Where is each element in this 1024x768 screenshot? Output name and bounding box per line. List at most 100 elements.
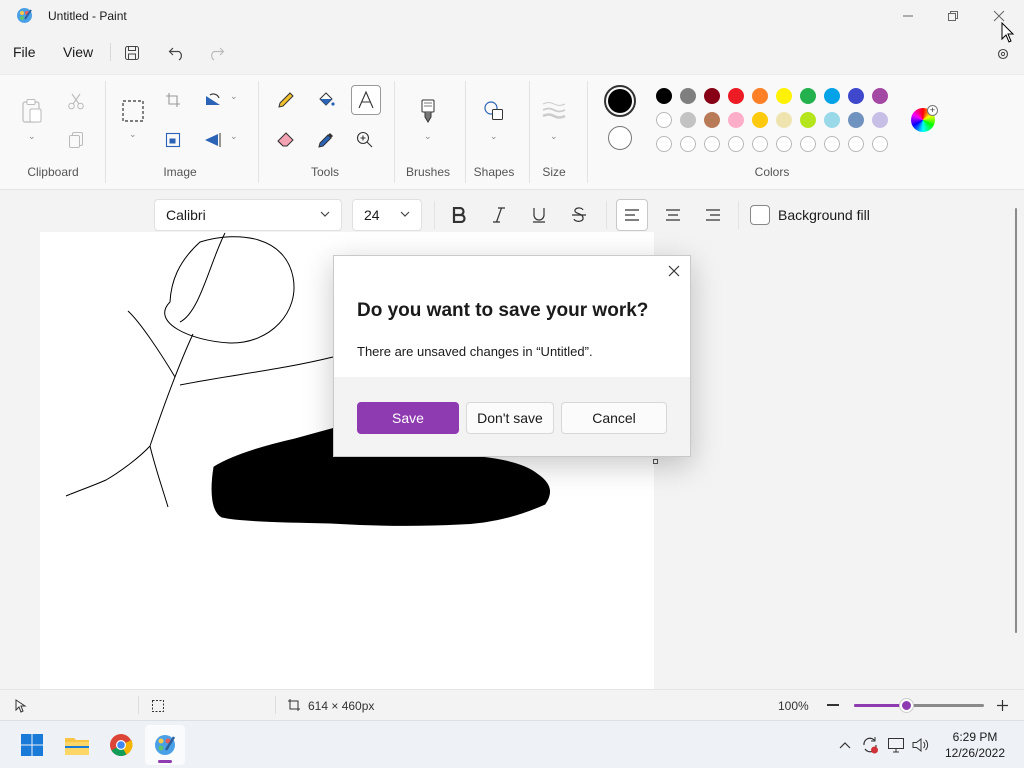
flip-button[interactable] xyxy=(199,126,227,154)
maximize-button[interactable] xyxy=(930,0,976,32)
palette-color-swatch[interactable] xyxy=(704,112,720,128)
minimize-icon xyxy=(903,15,913,17)
palette-color-swatch[interactable] xyxy=(800,88,816,104)
taskbar-clock[interactable]: 6:29 PM 12/26/2022 xyxy=(935,729,1015,761)
active-app-indicator xyxy=(158,760,172,763)
align-right-button[interactable] xyxy=(697,199,729,231)
custom-color-slot[interactable] xyxy=(656,136,672,152)
dialog-close-button[interactable] xyxy=(664,261,684,281)
vertical-scrollbar[interactable] xyxy=(1015,208,1017,633)
zoom-out-button[interactable] xyxy=(827,704,839,706)
palette-color-swatch[interactable] xyxy=(872,112,888,128)
settings-icon[interactable] xyxy=(996,44,1010,60)
chevron-down-icon[interactable]: ⌄ xyxy=(28,131,36,142)
taskbar-paint[interactable] xyxy=(145,725,185,765)
shapes-group-label: Shapes xyxy=(473,165,515,179)
zoom-percentage[interactable]: 100% xyxy=(778,699,809,713)
copy-button[interactable] xyxy=(62,126,90,154)
edit-colors-button[interactable]: + xyxy=(911,105,938,132)
paste-button[interactable] xyxy=(18,97,46,125)
crop-button[interactable] xyxy=(159,86,187,114)
zoom-slider[interactable] xyxy=(854,699,984,712)
palette-color-swatch[interactable] xyxy=(752,88,768,104)
chevron-down-icon[interactable]: ⌄ xyxy=(230,91,238,102)
fill-button[interactable] xyxy=(312,86,340,114)
chevron-down-icon[interactable]: ⌄ xyxy=(230,131,238,142)
show-hidden-icons-button[interactable] xyxy=(835,735,855,755)
select-button[interactable] xyxy=(119,97,147,125)
save-button[interactable]: Save xyxy=(357,402,459,434)
palette-color-swatch[interactable] xyxy=(800,112,816,128)
palette-color-swatch[interactable] xyxy=(752,112,768,128)
minimize-button[interactable] xyxy=(885,0,931,32)
chevron-down-icon[interactable]: ⌄ xyxy=(129,129,137,140)
align-center-button[interactable] xyxy=(657,199,689,231)
sync-status-button[interactable] xyxy=(860,735,880,755)
file-menu[interactable]: File xyxy=(13,44,36,60)
palette-color-swatch[interactable] xyxy=(776,88,792,104)
custom-color-slot[interactable] xyxy=(680,136,696,152)
custom-color-slot[interactable] xyxy=(824,136,840,152)
chevron-down-icon[interactable]: ⌄ xyxy=(424,131,432,142)
palette-color-swatch[interactable] xyxy=(848,88,864,104)
bold-button[interactable] xyxy=(443,199,475,231)
color-picker-button[interactable] xyxy=(312,126,340,154)
palette-color-swatch[interactable] xyxy=(656,112,672,128)
resize-button[interactable] xyxy=(159,126,187,154)
magnifier-button[interactable] xyxy=(351,126,379,154)
eraser-button[interactable] xyxy=(272,126,300,154)
align-left-button[interactable] xyxy=(616,199,648,231)
start-button[interactable] xyxy=(12,725,52,765)
primary-color-selector[interactable] xyxy=(604,85,636,117)
font-family-select[interactable]: Calibri xyxy=(154,199,342,231)
canvas-resize-handle[interactable] xyxy=(653,459,658,464)
dont-save-button[interactable]: Don't save xyxy=(466,402,554,434)
palette-color-swatch[interactable] xyxy=(680,112,696,128)
palette-color-swatch[interactable] xyxy=(728,112,744,128)
cancel-button[interactable]: Cancel xyxy=(561,402,667,434)
palette-color-swatch[interactable] xyxy=(824,88,840,104)
palette-color-swatch[interactable] xyxy=(728,88,744,104)
redo-button[interactable] xyxy=(202,40,230,66)
italic-button[interactable] xyxy=(483,199,515,231)
custom-color-slot[interactable] xyxy=(728,136,744,152)
network-button[interactable] xyxy=(886,735,906,755)
align-right-icon xyxy=(706,209,720,221)
palette-color-swatch[interactable] xyxy=(680,88,696,104)
custom-color-slot[interactable] xyxy=(848,136,864,152)
palette-color-swatch[interactable] xyxy=(848,112,864,128)
taskbar-chrome[interactable] xyxy=(101,725,141,765)
palette-color-swatch[interactable] xyxy=(704,88,720,104)
size-button[interactable] xyxy=(540,97,568,125)
view-menu[interactable]: View xyxy=(63,44,93,60)
custom-color-slot[interactable] xyxy=(752,136,768,152)
zoom-slider-thumb[interactable] xyxy=(900,699,913,712)
custom-color-slot[interactable] xyxy=(800,136,816,152)
underline-button[interactable] xyxy=(523,199,555,231)
brushes-button[interactable] xyxy=(414,97,442,125)
custom-color-slot[interactable] xyxy=(872,136,888,152)
shapes-button[interactable] xyxy=(480,97,508,125)
strikethrough-button[interactable] xyxy=(563,199,595,231)
palette-color-swatch[interactable] xyxy=(656,88,672,104)
text-tool-button[interactable] xyxy=(351,85,381,115)
zoom-in-icon[interactable] xyxy=(996,699,1009,712)
close-icon xyxy=(993,10,1005,22)
font-size-select[interactable]: 24 xyxy=(352,199,422,231)
chevron-down-icon[interactable]: ⌄ xyxy=(490,131,498,142)
background-fill-checkbox[interactable] xyxy=(750,205,770,225)
pencil-button[interactable] xyxy=(272,86,300,114)
secondary-color-selector[interactable] xyxy=(608,126,632,150)
save-quick-button[interactable] xyxy=(118,40,146,66)
undo-button[interactable] xyxy=(163,40,191,66)
custom-color-slot[interactable] xyxy=(704,136,720,152)
rotate-button[interactable] xyxy=(199,86,227,114)
taskbar-file-explorer[interactable] xyxy=(57,725,97,765)
palette-color-swatch[interactable] xyxy=(824,112,840,128)
custom-color-slot[interactable] xyxy=(776,136,792,152)
palette-color-swatch[interactable] xyxy=(872,88,888,104)
palette-color-swatch[interactable] xyxy=(776,112,792,128)
cut-button[interactable] xyxy=(62,87,90,115)
dialog-message: There are unsaved changes in “Untitled”. xyxy=(357,344,593,359)
volume-button[interactable] xyxy=(911,735,931,755)
